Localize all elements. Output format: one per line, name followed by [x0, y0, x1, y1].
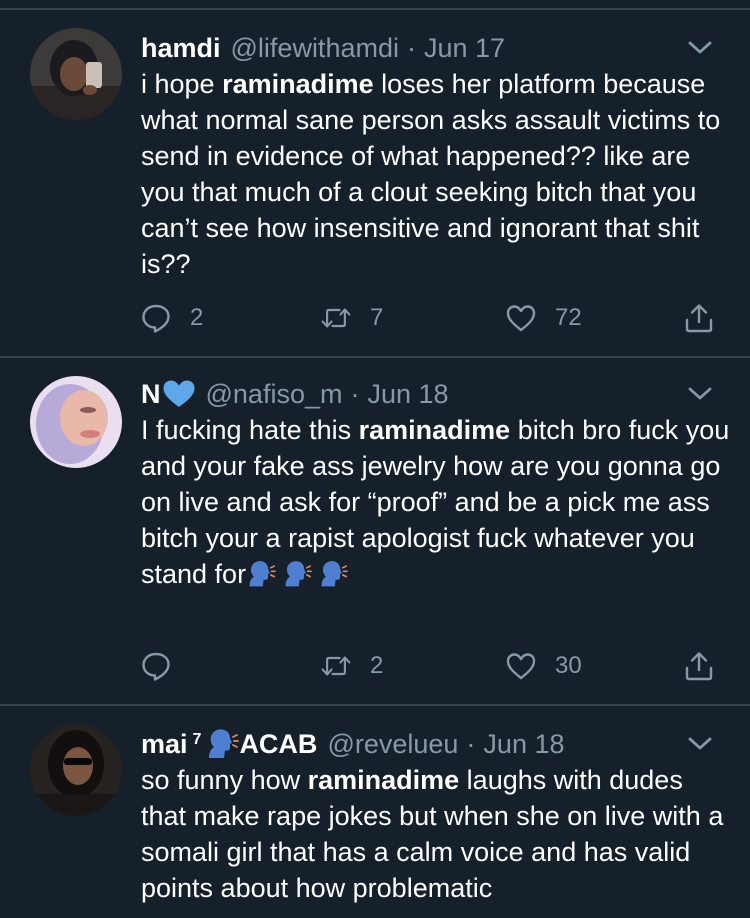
display-name[interactable]: mai [141, 729, 188, 760]
tweet-text: i hope raminadime loses her platform bec… [141, 66, 730, 282]
action-bar: 2 30 [0, 650, 750, 690]
speaking-head-emoji [246, 559, 276, 589]
tweet-text-run: I fucking hate this [141, 415, 359, 445]
heart-icon [506, 305, 536, 332]
retweet-button[interactable]: 7 [320, 302, 383, 334]
retweet-count: 7 [370, 304, 384, 331]
tweet-header: mai 7 ACAB @revelueu · Jun 18 [141, 724, 730, 764]
speaking-head-emoji [282, 559, 312, 589]
tweet-text-run: loses her platform because what normal s… [141, 69, 721, 279]
separator-dot: · [466, 728, 476, 759]
speaking-head-emoji [205, 728, 240, 760]
share-icon [685, 304, 713, 333]
chevron-down-icon[interactable] [680, 724, 720, 764]
display-name[interactable]: hamdi [141, 33, 221, 64]
share-icon [685, 652, 713, 681]
user-handle[interactable]: @nafiso_m [206, 379, 343, 410]
blue-heart-emoji [163, 380, 194, 407]
retweet-count: 2 [370, 652, 384, 679]
tweet-date[interactable]: Jun 17 [424, 33, 505, 64]
tweet-header: hamdi @lifewithamdi · Jun 17 [141, 28, 730, 68]
reply-icon [142, 652, 170, 681]
retweet-icon [321, 656, 351, 676]
tweet-3[interactable]: mai 7 ACAB @revelueu · Jun 18 so funny h… [0, 706, 750, 918]
share-button[interactable] [683, 650, 715, 682]
avatar[interactable] [30, 28, 122, 120]
chevron-down-icon[interactable] [680, 28, 720, 68]
like-button[interactable]: 72 [505, 302, 582, 334]
like-count: 30 [555, 652, 582, 679]
reply-button[interactable] [140, 650, 190, 682]
tweet-1[interactable]: hamdi @lifewithamdi · Jun 17 i hope rami… [0, 10, 750, 356]
speaking-head-emoji [318, 559, 348, 589]
reply-icon [142, 304, 170, 333]
separator-dot: · [350, 378, 360, 409]
tweet-date[interactable]: Jun 18 [483, 729, 564, 760]
tweet-header: N @nafiso_m · Jun 18 [141, 374, 730, 414]
tweet-date[interactable]: Jun 18 [367, 379, 448, 410]
mentioned-name[interactable]: raminadime [308, 765, 460, 795]
display-name-suffix[interactable]: ACAB [239, 729, 317, 760]
separator-dot: · [406, 32, 416, 63]
tweet-text: so funny how raminadime laughs with dude… [141, 762, 730, 906]
retweet-button[interactable]: 2 [320, 650, 383, 682]
tweet-text-run: i hope [141, 69, 223, 99]
user-handle[interactable]: @revelueu [327, 729, 458, 760]
tweet-text: I fucking hate this raminadime bitch bro… [141, 412, 730, 592]
action-bar: 2 7 72 [0, 302, 750, 342]
heart-icon [506, 653, 536, 680]
mentioned-name[interactable]: raminadime [359, 415, 511, 445]
reply-count: 2 [190, 304, 204, 331]
display-name[interactable]: N [141, 379, 161, 410]
avatar[interactable] [30, 376, 122, 468]
tweet-text-run: so funny how [141, 765, 308, 795]
avatar[interactable] [30, 724, 122, 816]
like-count: 72 [555, 304, 582, 331]
user-handle[interactable]: @lifewithamdi [231, 33, 399, 64]
like-button[interactable]: 30 [505, 650, 582, 682]
tweet-2[interactable]: N @nafiso_m · Jun 18 I fucking hate this… [0, 358, 750, 704]
name-superscript: 7 [192, 731, 202, 748]
retweet-icon [321, 308, 351, 328]
reply-button[interactable]: 2 [140, 302, 203, 334]
chevron-down-icon[interactable] [680, 374, 720, 414]
share-button[interactable] [683, 302, 715, 334]
timeline: hamdi @lifewithamdi · Jun 17 i hope rami… [0, 0, 750, 918]
mentioned-name[interactable]: raminadime [222, 69, 374, 99]
